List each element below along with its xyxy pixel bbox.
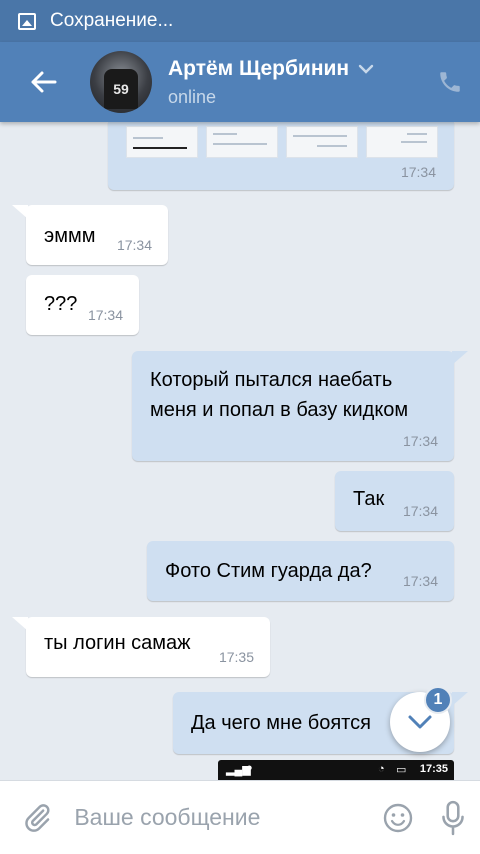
message-time: 17:34 (402, 573, 438, 589)
call-button[interactable] (420, 42, 480, 122)
message-time: 17:34 (116, 237, 152, 253)
message-time: 17:34 (400, 164, 436, 180)
unread-badge: 1 (424, 686, 452, 714)
message-input[interactable] (74, 780, 371, 854)
battery-icon: ▭ (396, 764, 407, 776)
message-text: Так (353, 488, 385, 510)
wifi-icon: ◔ (378, 763, 385, 775)
preview-clock: 17:35 (419, 763, 448, 775)
status-text: Сохранение... (50, 10, 174, 31)
image-attachment-message[interactable]: 17:34 (108, 122, 454, 190)
emoji-button[interactable] (370, 781, 425, 854)
avatar[interactable]: 59 (90, 51, 152, 113)
image-icon (18, 12, 36, 30)
chat-title: Артём Щербинин (168, 56, 350, 80)
message-text: Фото Стим гуарда да? (165, 560, 372, 582)
screenshot-thumb[interactable] (206, 126, 278, 158)
chat-title-block[interactable]: Артём Щербинин online (168, 57, 420, 108)
message-time: 17:34 (402, 433, 438, 449)
paperclip-icon (25, 803, 50, 832)
message-composer (0, 780, 480, 854)
voice-message-button[interactable] (425, 781, 480, 854)
message-time: 17:34 (87, 307, 123, 323)
smile-icon (383, 803, 412, 832)
chevron-down-icon (358, 64, 374, 74)
screenshot-thumb[interactable] (286, 126, 358, 158)
incoming-message[interactable]: ??? 17:34 (26, 275, 139, 335)
message-text: Да чего мне боятся (191, 712, 371, 734)
message-time: 17:34 (402, 503, 438, 519)
phone-icon (440, 72, 460, 92)
outgoing-message[interactable]: Так 17:34 (335, 471, 454, 531)
message-time: 17:35 (218, 649, 254, 665)
message-text: Который пытался наебать меня и попал в б… (150, 369, 409, 421)
incoming-message[interactable]: ты логин самаж 17:35 (12, 617, 270, 677)
chat-bubble-icon: ● (246, 762, 253, 774)
screenshot-preview[interactable]: ▂▄▆ ● ◔ ▭ 17:35 (218, 760, 454, 780)
screenshot-thumb[interactable] (366, 126, 438, 158)
microphone-icon (441, 800, 464, 835)
message-list[interactable]: 17:34 эммм 17:34 ??? 17:34 Который пытал… (0, 122, 480, 780)
chat-header: 59 Артём Щербинин online (0, 42, 480, 122)
outgoing-message[interactable]: Фото Стим гуарда да? 17:34 (147, 541, 454, 601)
incoming-message[interactable]: эммм 17:34 (12, 205, 168, 265)
screenshot-thumb[interactable] (126, 126, 198, 158)
message-text: ??? (44, 293, 78, 315)
back-button[interactable] (0, 42, 86, 122)
status-bar: Сохранение... (0, 0, 480, 42)
chevron-down-icon (408, 715, 432, 729)
arrow-left-icon (31, 71, 57, 93)
attach-button[interactable] (0, 781, 74, 854)
online-status: online (168, 86, 217, 107)
message-text: эммм (44, 225, 96, 247)
message-text: ты логин самаж (44, 632, 191, 654)
outgoing-message[interactable]: Который пытался наебать меня и попал в б… (132, 351, 468, 461)
